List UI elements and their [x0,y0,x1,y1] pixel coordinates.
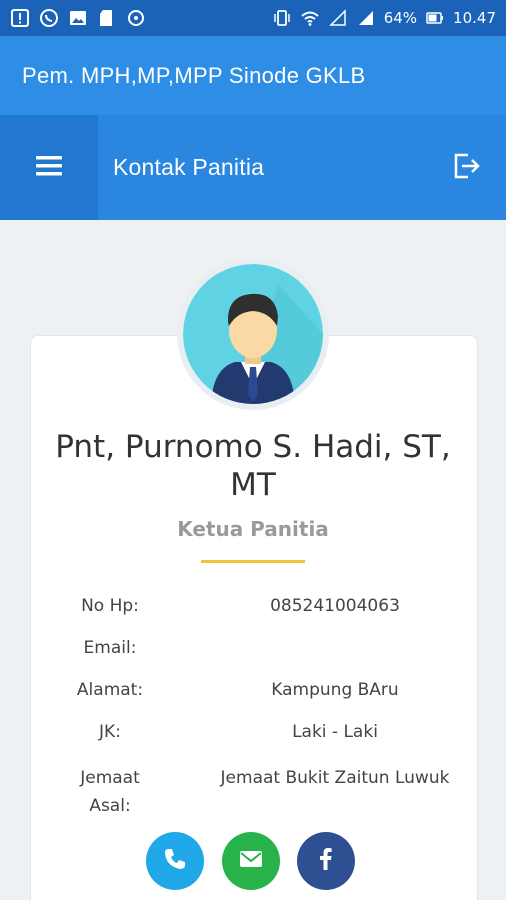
phone-label: No Hp: [81,596,139,616]
app-bar: Pem. MPH,MP,MPP Sinode GKLB [0,36,506,115]
wifi-icon [300,8,320,28]
app-title: Pem. MPH,MP,MPP Sinode GKLB [22,62,366,88]
gallery-icon [68,8,88,28]
mail-icon [238,846,264,876]
hamburger-icon [36,155,62,181]
email-button[interactable] [222,832,280,890]
logout-icon [451,151,481,185]
phone-value[interactable]: 085241004063 [190,596,480,616]
notification-icon [10,8,30,28]
email-label: Email: [83,638,137,658]
congregation-label: Jemaat Asal: [80,768,140,816]
contact-actions [0,832,506,890]
vibrate-icon [272,8,292,28]
congregation-value: Jemaat Bukit Zaitun Luwuk [220,768,450,788]
signal-2-icon [356,8,376,28]
sd-card-icon [97,8,117,28]
clock: 10.47 [453,9,496,27]
address-label: Alamat: [76,680,144,700]
whatsapp-icon [39,8,59,28]
contact-role: Ketua Panitia [177,517,329,541]
avatar [183,264,323,404]
page-toolbar: Kontak Panitia [0,115,506,220]
menu-button[interactable] [0,115,98,220]
avatar-frame [177,258,329,410]
phone-icon [162,846,188,876]
status-bar: 64% 10.47 [0,0,506,36]
facebook-icon [313,846,339,876]
role-divider [201,560,305,563]
gender-label: JK: [99,722,121,742]
content-area: Pnt, Purnomo S. Hadi, ST, MT Ketua Panit… [0,220,506,900]
status-right-icons: 64% 10.47 [272,8,496,28]
facebook-button[interactable] [297,832,355,890]
status-left-icons [10,8,146,28]
address-value: Kampung BAru [271,680,399,700]
signal-icon [328,8,348,28]
contact-name: Pnt, Purnomo S. Hadi, ST, MT [55,429,451,503]
page-title: Kontak Panitia [113,154,265,180]
battery-percent: 64% [383,9,418,27]
chat-icon [126,8,146,28]
call-button[interactable] [146,832,204,890]
gender-value: Laki - Laki [292,722,378,742]
battery-icon [425,8,445,28]
logout-button[interactable] [426,115,506,220]
